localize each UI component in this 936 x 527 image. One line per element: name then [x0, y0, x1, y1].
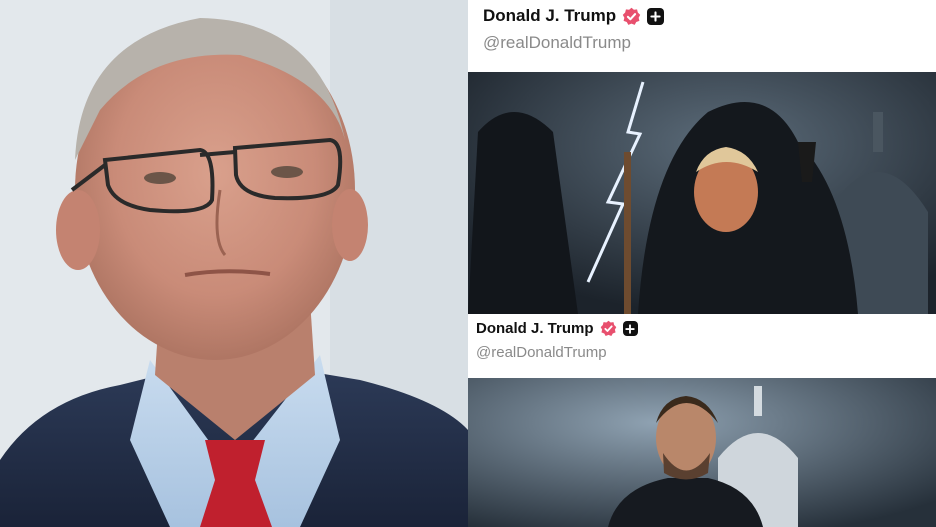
plus-badge-icon	[647, 7, 665, 25]
author-handle[interactable]: @realDonaldTrump	[483, 33, 631, 53]
post-header: Donald J. Trump @realDonaldTrump	[468, 316, 936, 376]
author-name[interactable]: Donald J. Trump	[483, 6, 616, 26]
author-name[interactable]: Donald J. Trump	[476, 320, 594, 337]
post-header: Donald J. Trump @realDonaldTrump	[468, 0, 936, 60]
verified-badge-icon	[622, 7, 641, 26]
author-row[interactable]: Donald J. Trump	[476, 320, 638, 337]
verified-badge-icon	[600, 320, 617, 337]
post-image[interactable]	[468, 72, 936, 314]
posts-panel: Donald J. Trump @realDonaldTrump Donald …	[468, 0, 936, 527]
author-row[interactable]: Donald J. Trump	[483, 6, 665, 26]
dark-robed-figure-image	[468, 72, 936, 314]
plus-badge-icon	[622, 321, 638, 336]
portrait-photo	[0, 0, 468, 527]
suited-figure-image	[468, 378, 936, 527]
author-handle[interactable]: @realDonaldTrump	[476, 344, 607, 361]
portrait-illustration	[0, 0, 468, 527]
post-image[interactable]	[468, 378, 936, 527]
